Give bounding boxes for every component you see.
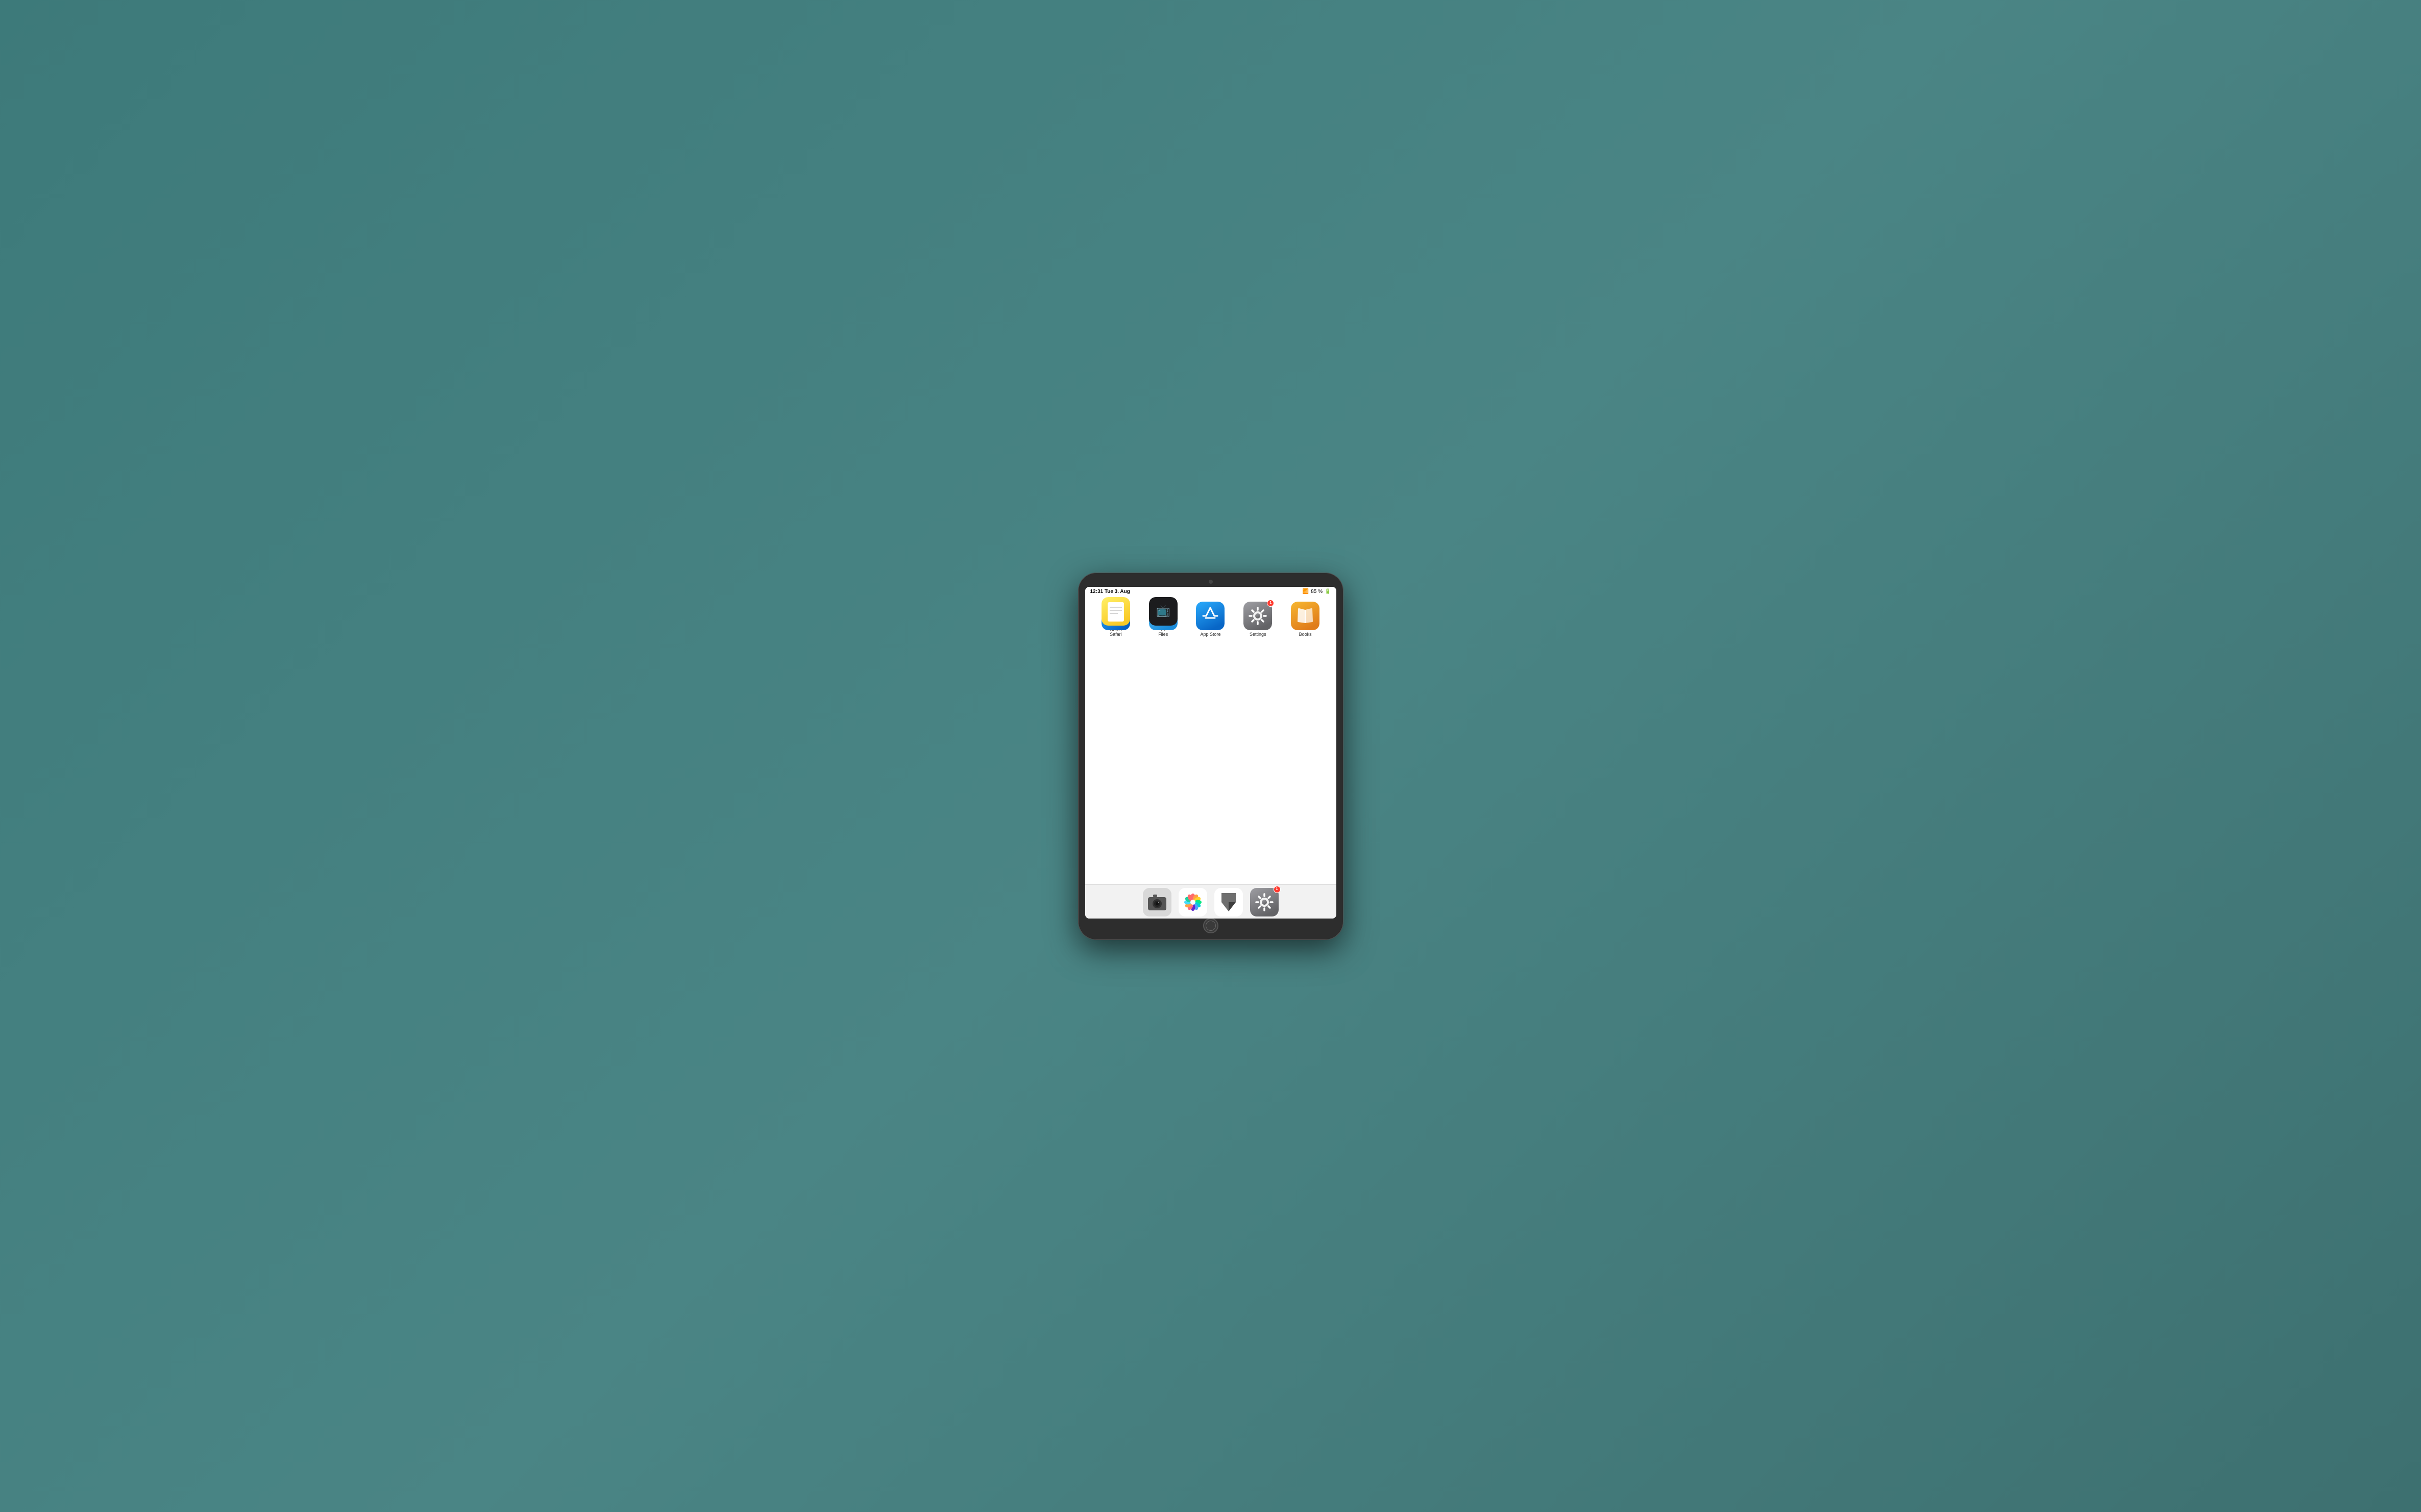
dock-app-photos[interactable] xyxy=(1179,888,1207,916)
settings-dock-badge: 1 xyxy=(1274,886,1281,893)
ipad-device: 12:31 Tue 3. Aug 📶 85 % 🔋 xyxy=(1078,573,1343,940)
tv-icon: 📺 xyxy=(1149,597,1178,626)
ipad-screen: 12:31 Tue 3. Aug 📶 85 % 🔋 xyxy=(1085,587,1336,919)
front-camera xyxy=(1209,580,1213,584)
notes-icon xyxy=(1102,597,1130,626)
dock-app-camera[interactable] xyxy=(1143,888,1171,916)
photos-dock-icon xyxy=(1179,888,1207,916)
books-icon xyxy=(1291,602,1319,630)
battery-level: 85 % xyxy=(1311,589,1323,594)
status-time: 12:31 Tue 3. Aug xyxy=(1090,589,1130,594)
dock: 1 xyxy=(1085,884,1336,919)
status-bar: 12:31 Tue 3. Aug 📶 85 % 🔋 xyxy=(1085,587,1336,597)
appstore-icon xyxy=(1196,602,1225,630)
home-screen: Safari xyxy=(1085,597,1336,884)
svg-text:📺: 📺 xyxy=(1156,604,1170,617)
wifi-icon: 📶 xyxy=(1303,589,1309,594)
camera-dock-icon xyxy=(1143,888,1171,916)
dock-app-framer[interactable] xyxy=(1214,888,1243,916)
home-button-ring xyxy=(1206,921,1216,931)
settings-badge: 1 xyxy=(1267,600,1274,607)
framer-dock-icon xyxy=(1214,888,1243,916)
home-button[interactable] xyxy=(1203,918,1218,933)
home-button-area xyxy=(1203,919,1218,933)
dock-app-settings[interactable]: 1 xyxy=(1250,888,1279,916)
battery-icon: 🔋 xyxy=(1325,589,1331,594)
dock-icons: 1 xyxy=(1143,888,1279,916)
status-indicators: 📶 85 % 🔋 xyxy=(1303,589,1331,594)
